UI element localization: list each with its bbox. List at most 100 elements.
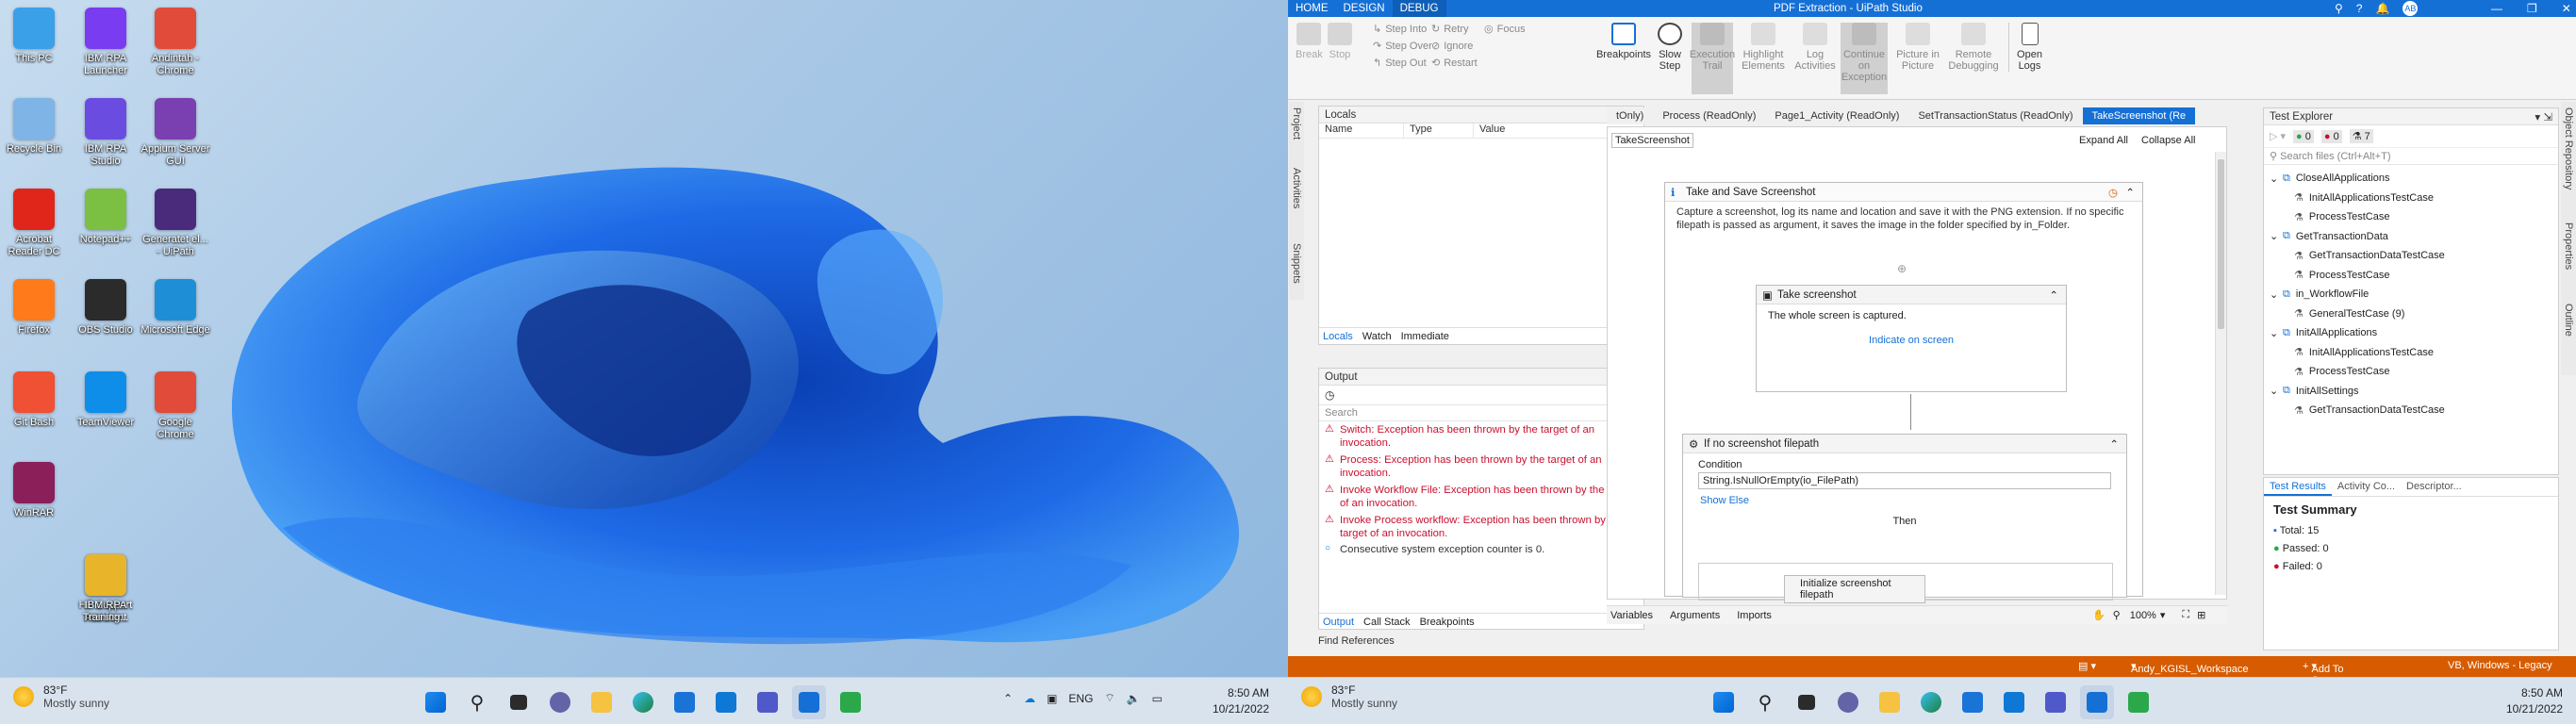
teams-chat-button[interactable] (1831, 685, 1865, 719)
expand-all-link[interactable]: Expand All (2079, 135, 2128, 146)
chevron-down-icon[interactable]: ▾ (2160, 609, 2166, 621)
clock[interactable]: 8:50 AM 10/21/2022 (1175, 685, 1269, 717)
tab-locals[interactable]: Locals (1323, 331, 1353, 342)
file-explorer-button[interactable] (585, 685, 619, 719)
doc-tab-page1[interactable]: Page1_Activity (ReadOnly) (1765, 107, 1908, 124)
mail-button[interactable] (709, 685, 743, 719)
uipath-button[interactable] (792, 685, 826, 719)
col-name[interactable]: Name (1319, 123, 1404, 138)
desktop-icon[interactable]: Notepad++ (70, 189, 141, 246)
stop-button[interactable]: Stop (1328, 23, 1352, 60)
search-button[interactable]: ⚲ (460, 685, 494, 719)
workspace-selector[interactable]: Andy_KGISL_Workspace ▾ (2131, 660, 2249, 675)
slow-step-button[interactable]: Slow Step (1652, 23, 1688, 72)
edge-button[interactable] (626, 685, 660, 719)
language-indicator[interactable]: ENG (1068, 692, 1093, 705)
teams-button[interactable] (751, 685, 784, 719)
chevron-down-icon[interactable]: ⌄ (2270, 288, 2281, 301)
output-error-message[interactable]: Process: Exception has been thrown by th… (1319, 452, 1643, 482)
chevron-down-icon[interactable]: ⌄ (2270, 230, 2281, 242)
edge-button[interactable] (1914, 685, 1948, 719)
desktop-icon[interactable]: Generatet el... - UiPath (140, 189, 211, 258)
desktop-icon[interactable]: TeamViewer (70, 371, 141, 429)
clock[interactable]: 8:50 AM 10/21/2022 (2472, 685, 2563, 717)
desktop-icon[interactable]: Acrobat Reader DC (0, 189, 70, 258)
tab-call-stack[interactable]: Call Stack (1363, 617, 1411, 628)
test-case-node[interactable]: ⚗ InitAllApplicationsTestCase (2264, 189, 2558, 208)
warning-icon[interactable]: ◷ (2108, 186, 2118, 199)
desktop-icon[interactable]: IBM RPA Training... (70, 554, 141, 624)
fit-screen-icon[interactable]: ⛶ (2182, 609, 2189, 621)
minimize-icon[interactable]: — (2491, 2, 2502, 15)
test-case-node[interactable]: ⚗ GetTransactionDataTestCase (2264, 246, 2558, 266)
security-icon[interactable]: ▣ (1047, 692, 1057, 705)
ignore-button[interactable]: ⊘ Ignore (1431, 40, 1473, 53)
tab-arguments[interactable]: Arguments (1670, 610, 1720, 621)
chevron-down-icon[interactable]: ⌄ (2270, 385, 2281, 397)
side-tab-activities[interactable]: Activities (1291, 168, 1302, 208)
chevron-up-icon[interactable]: ⌃ (1003, 692, 1013, 705)
breakpoints-button[interactable]: Breakpoints (1596, 23, 1651, 60)
condition-input[interactable]: String.IsNullOrEmpty(io_FilePath) (1698, 472, 2111, 489)
uipath-assistant-button[interactable] (2122, 685, 2155, 719)
doc-tab-takescreenshot[interactable]: TakeScreenshot (Re (2082, 107, 2196, 124)
tab-watch[interactable]: Watch (1362, 331, 1392, 342)
output-error-message[interactable]: Invoke Process workflow: Exception has b… (1319, 512, 1643, 542)
notification-icon[interactable]: 🔔 (2375, 2, 2389, 15)
find-references-tab[interactable]: Find References (1318, 635, 1395, 647)
test-file-node[interactable]: ⌄ ⧉ InitAllSettings (2264, 382, 2558, 402)
desktop-icon[interactable]: Appium Server GUI (140, 98, 211, 168)
breadcrumb[interactable]: TakeScreenshot (1611, 133, 1693, 148)
store-button[interactable] (1956, 685, 1990, 719)
uipath-assistant-button[interactable] (834, 685, 867, 719)
run-icon[interactable]: ▷ ▾ (2270, 130, 2286, 142)
collapse-icon[interactable]: ⌃ (2049, 288, 2058, 302)
battery-icon[interactable]: ▭ (1152, 692, 1163, 705)
scrollbar-thumb[interactable] (2218, 159, 2224, 329)
picture-in-picture-button[interactable]: Picture in Picture (1893, 23, 1942, 72)
tab-immediate[interactable]: Immediate (1401, 331, 1449, 342)
weather-widget[interactable]: 83°F Mostly sunny (1301, 683, 1397, 710)
desktop-icon[interactable]: Andintah - Chrome (140, 8, 211, 77)
teams-button[interactable] (2039, 685, 2072, 719)
pin-icon[interactable]: ▾ ⇲ (2535, 110, 2552, 123)
desktop-icon[interactable]: IBM RPA Launcher (70, 8, 141, 77)
tab-descriptor[interactable]: Descriptor... (2401, 478, 2468, 496)
file-explorer-button[interactable] (1873, 685, 1907, 719)
output-info-message[interactable]: Consecutive system exception counter is … (1319, 542, 1643, 557)
side-tab-object-repository[interactable]: Object Repository (2563, 107, 2574, 189)
hand-icon[interactable]: ✋ (2092, 609, 2105, 621)
side-tab-snippets[interactable]: Snippets (1291, 243, 1302, 284)
tab-activity-coverage[interactable]: Activity Co... (2332, 478, 2401, 496)
initialize-filepath-activity[interactable]: Initialize screenshot filepath (1784, 575, 1925, 603)
activity-if[interactable]: ⚙ If no screenshot filepath ⌃ Condition … (1682, 434, 2127, 603)
continue-on-exception-button[interactable]: Continue on Exception (1841, 23, 1888, 94)
tab-imports[interactable]: Imports (1737, 610, 1772, 621)
col-type[interactable]: Type (1404, 123, 1474, 138)
mail-button[interactable] (1997, 685, 2031, 719)
collapse-icon[interactable]: ⌃ (2125, 186, 2135, 199)
tab-test-results[interactable]: Test Results (2264, 478, 2332, 496)
search-button[interactable]: ⚲ (1748, 685, 1782, 719)
desktop-icon[interactable]: Google Chrome (140, 371, 211, 441)
restore-icon[interactable]: ❐ (2527, 2, 2537, 15)
passed-filter[interactable]: ● 0 (2293, 129, 2314, 143)
step-over-button[interactable]: ↷ Step Over (1373, 40, 1432, 53)
failed-filter[interactable]: ● 0 (2320, 129, 2342, 143)
task-view-button[interactable] (1790, 685, 1824, 719)
log-activities-button[interactable]: Log Activities (1793, 23, 1837, 72)
tab-output[interactable]: Output (1323, 617, 1354, 628)
desktop-icon[interactable]: Microsoft Edge (140, 279, 211, 337)
focus-button[interactable]: ◎ Focus (1484, 23, 1526, 36)
add-activity-icon[interactable]: ⊕ (1897, 262, 1907, 275)
output-error-message[interactable]: Invoke Workflow File: Exception has been… (1319, 482, 1643, 512)
store-button[interactable] (668, 685, 702, 719)
doc-tab-process[interactable]: Process (ReadOnly) (1653, 107, 1765, 124)
highlight-elements-button[interactable]: Highlight Elements (1737, 23, 1790, 72)
weather-widget[interactable]: 83°F Mostly sunny (13, 683, 109, 710)
desktop-icon[interactable]: WinRAR (0, 462, 70, 519)
doc-tab-settransaction[interactable]: SetTransactionStatus (ReadOnly) (1908, 107, 2082, 124)
uipath-button[interactable] (2080, 685, 2114, 719)
test-file-node[interactable]: ⌄ ⧉ InitAllApplications (2264, 323, 2558, 343)
search-icon[interactable]: ⚲ (2335, 2, 2343, 15)
